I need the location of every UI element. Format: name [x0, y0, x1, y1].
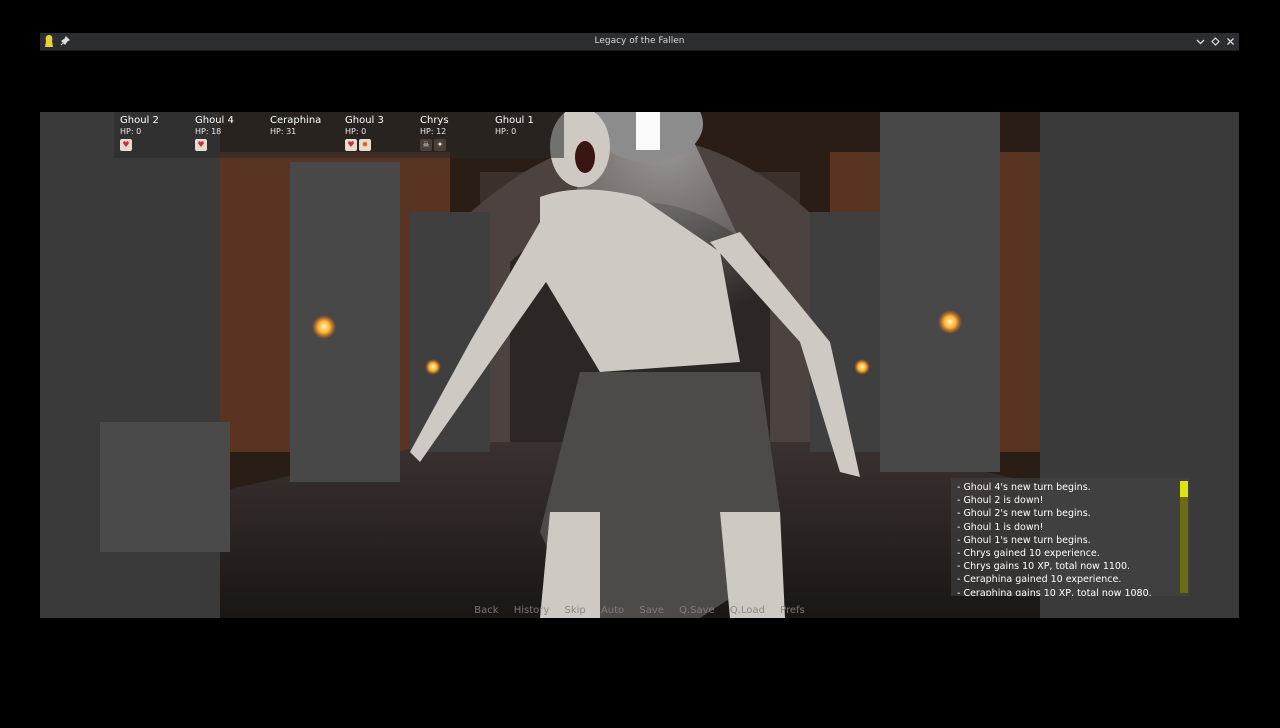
unit-card-ghoul-3[interactable]: Ghoul 3 HP: 0 ♥ ✹	[339, 112, 414, 158]
log-scrollbar-track[interactable]	[1180, 481, 1188, 593]
log-scrollbar-thumb[interactable]	[1180, 481, 1188, 497]
log-line: - Ghoul 2's new turn begins.	[957, 508, 1091, 520]
log-line: - Chrys gained 10 experience.	[957, 548, 1100, 560]
log-line: - Ceraphina gained 10 experience.	[957, 574, 1122, 586]
unit-hp: HP: 0	[120, 127, 142, 136]
save-button[interactable]: Save	[639, 605, 664, 616]
quick-load-button[interactable]: Q.Load	[730, 605, 765, 616]
log-line: - Ceraphina gains 10 XP, total now 1080.	[957, 587, 1152, 596]
back-button[interactable]: Back	[474, 605, 498, 616]
unit-hp: HP: 0	[495, 127, 517, 136]
close-icon[interactable]	[1225, 36, 1236, 47]
unit-hp: HP: 18	[195, 127, 222, 136]
log-line: - Ghoul 1 is down!	[957, 521, 1044, 533]
game-scene[interactable]: Ghoul 2 HP: 0 ♥ Ghoul 4 HP: 18 ♥ Ceraphi…	[40, 112, 1239, 618]
unit-hp: HP: 12	[420, 127, 447, 136]
game-window: Legacy of the Fallen Ghoul 2 HP: 0 ♥ Gho…	[40, 33, 1239, 618]
unit-card-ceraphina[interactable]: Ceraphina HP: 31	[264, 112, 339, 158]
party-status-bar: Ghoul 2 HP: 0 ♥ Ghoul 4 HP: 18 ♥ Ceraphi…	[114, 112, 564, 158]
unit-card-ghoul-4[interactable]: Ghoul 4 HP: 18 ♥	[189, 112, 264, 158]
auto-button[interactable]: Auto	[601, 605, 624, 616]
quick-menu: Back History Skip Auto Save Q.Save Q.Loa…	[40, 605, 1239, 616]
window-title: Legacy of the Fallen	[594, 36, 685, 46]
history-button[interactable]: History	[514, 605, 550, 616]
heart-icon[interactable]: ♥	[120, 139, 132, 151]
unit-card-ghoul-2[interactable]: Ghoul 2 HP: 0 ♥	[114, 112, 189, 158]
log-line: - Ghoul 1's new turn begins.	[957, 534, 1091, 546]
unit-name: Ghoul 2	[120, 115, 159, 126]
log-line: - Ghoul 4's new turn begins.	[957, 482, 1091, 493]
skull-icon[interactable]: ☠	[420, 139, 432, 151]
skip-button[interactable]: Skip	[564, 605, 585, 616]
quick-save-button[interactable]: Q.Save	[679, 605, 715, 616]
heart-icon[interactable]: ♥	[345, 139, 357, 151]
flame-icon[interactable]: ✹	[359, 139, 371, 151]
combat-log[interactable]: - Ghoul 4's new turn begins. - Ghoul 2 i…	[951, 478, 1190, 596]
chevron-down-icon[interactable]	[1195, 36, 1206, 47]
log-line: - Ghoul 2 is down!	[957, 495, 1044, 507]
unit-card-chrys[interactable]: Chrys HP: 12 ☠ ✦	[414, 112, 489, 158]
unit-name: Ghoul 4	[195, 115, 234, 126]
unit-name: Ceraphina	[270, 115, 322, 126]
unit-name: Ghoul 3	[345, 115, 384, 126]
unit-name: Chrys	[420, 115, 449, 126]
heart-icon[interactable]: ♥	[195, 139, 207, 151]
figure-icon[interactable]: ✦	[434, 139, 446, 151]
log-line: - Chrys gains 10 XP, total now 1100.	[957, 561, 1131, 573]
unit-card-ghoul-1[interactable]: Ghoul 1 HP: 0	[489, 112, 564, 158]
unit-hp: HP: 31	[270, 127, 297, 136]
unit-name: Ghoul 1	[495, 115, 534, 126]
diamond-icon[interactable]	[1210, 36, 1221, 47]
unit-hp: HP: 0	[345, 127, 367, 136]
prefs-button[interactable]: Prefs	[780, 605, 805, 616]
title-bar[interactable]: Legacy of the Fallen	[40, 33, 1239, 51]
